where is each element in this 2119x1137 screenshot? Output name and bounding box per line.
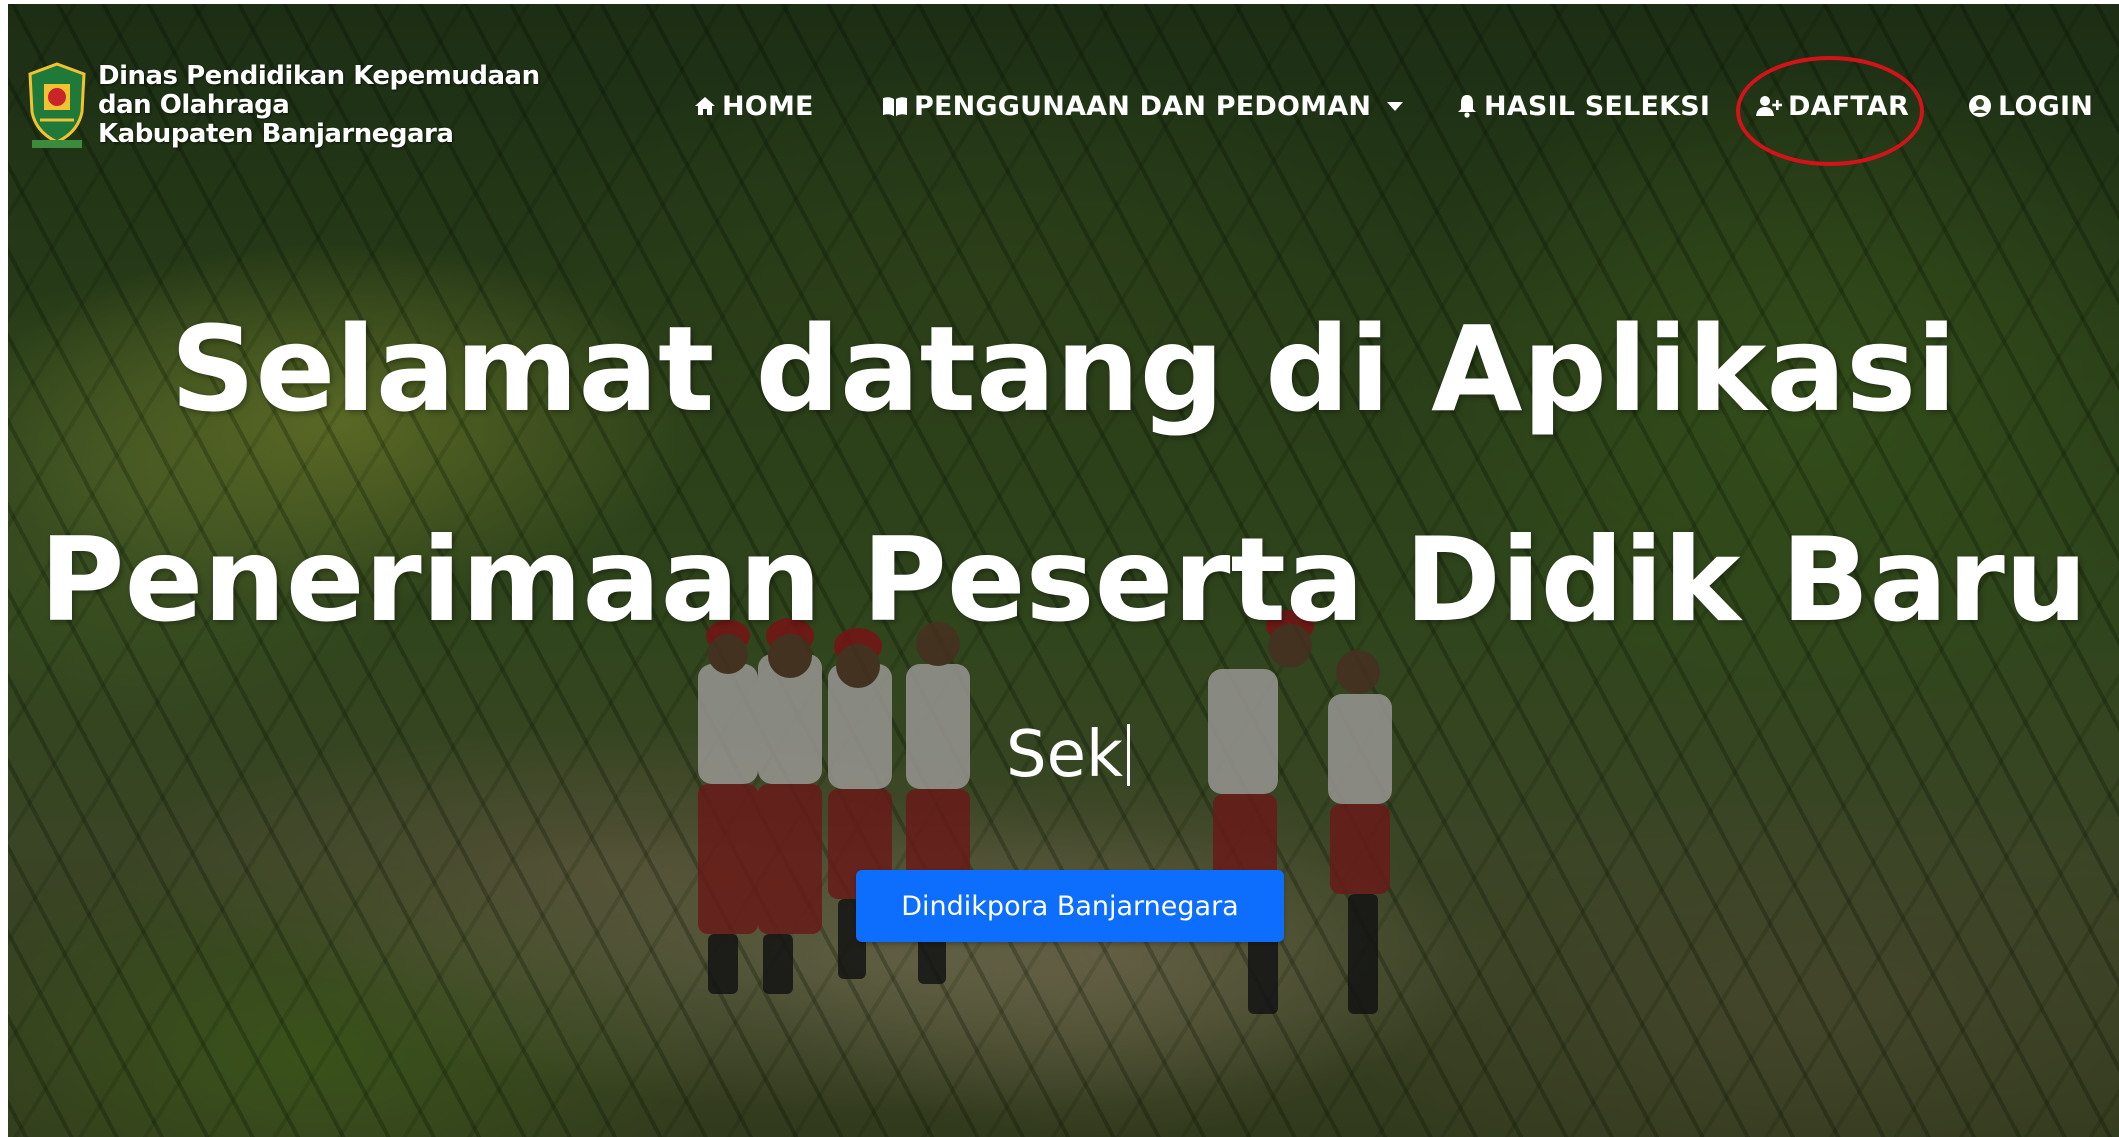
text-cursor-icon — [1127, 724, 1131, 786]
nav-item-label: LOGIN — [1998, 90, 2093, 122]
dindikpora-button[interactable]: Dindikpora Banjarnegara — [856, 870, 1284, 942]
bell-icon — [1458, 95, 1476, 118]
nav-item-label: HOME — [722, 90, 814, 122]
nav-item-label: HASIL SELEKSI — [1484, 90, 1711, 122]
nav-item-label: PENGGUNAAN DAN PEDOMAN — [914, 90, 1372, 122]
home-icon — [695, 97, 715, 115]
typing-subtitle: Sek — [1006, 716, 1131, 794]
nav-item-home[interactable]: HOME — [694, 86, 814, 126]
chevron-down-icon — [1387, 101, 1404, 111]
nav-item-login[interactable]: LOGIN — [1968, 86, 2093, 126]
hero-title-line-1: Selamat datang di Aplikasi — [170, 300, 1957, 438]
book-icon — [883, 97, 907, 116]
page-frame: Dinas Pendidikan Kepemudaan dan Olahraga… — [8, 4, 2119, 1137]
typing-text: Sek — [1006, 718, 1124, 792]
hero-title-line-2: Penerimaan Peserta Didik Baru — [39, 513, 2088, 648]
user-circle-icon — [1969, 95, 1991, 117]
nav-item-hasil-seleksi[interactable]: HASIL SELEKSI — [1456, 86, 1710, 126]
daftar-highlight-annotation — [1736, 56, 1924, 166]
nav-item-penggunaan[interactable]: PENGGUNAAN DAN PEDOMAN — [882, 86, 1404, 126]
